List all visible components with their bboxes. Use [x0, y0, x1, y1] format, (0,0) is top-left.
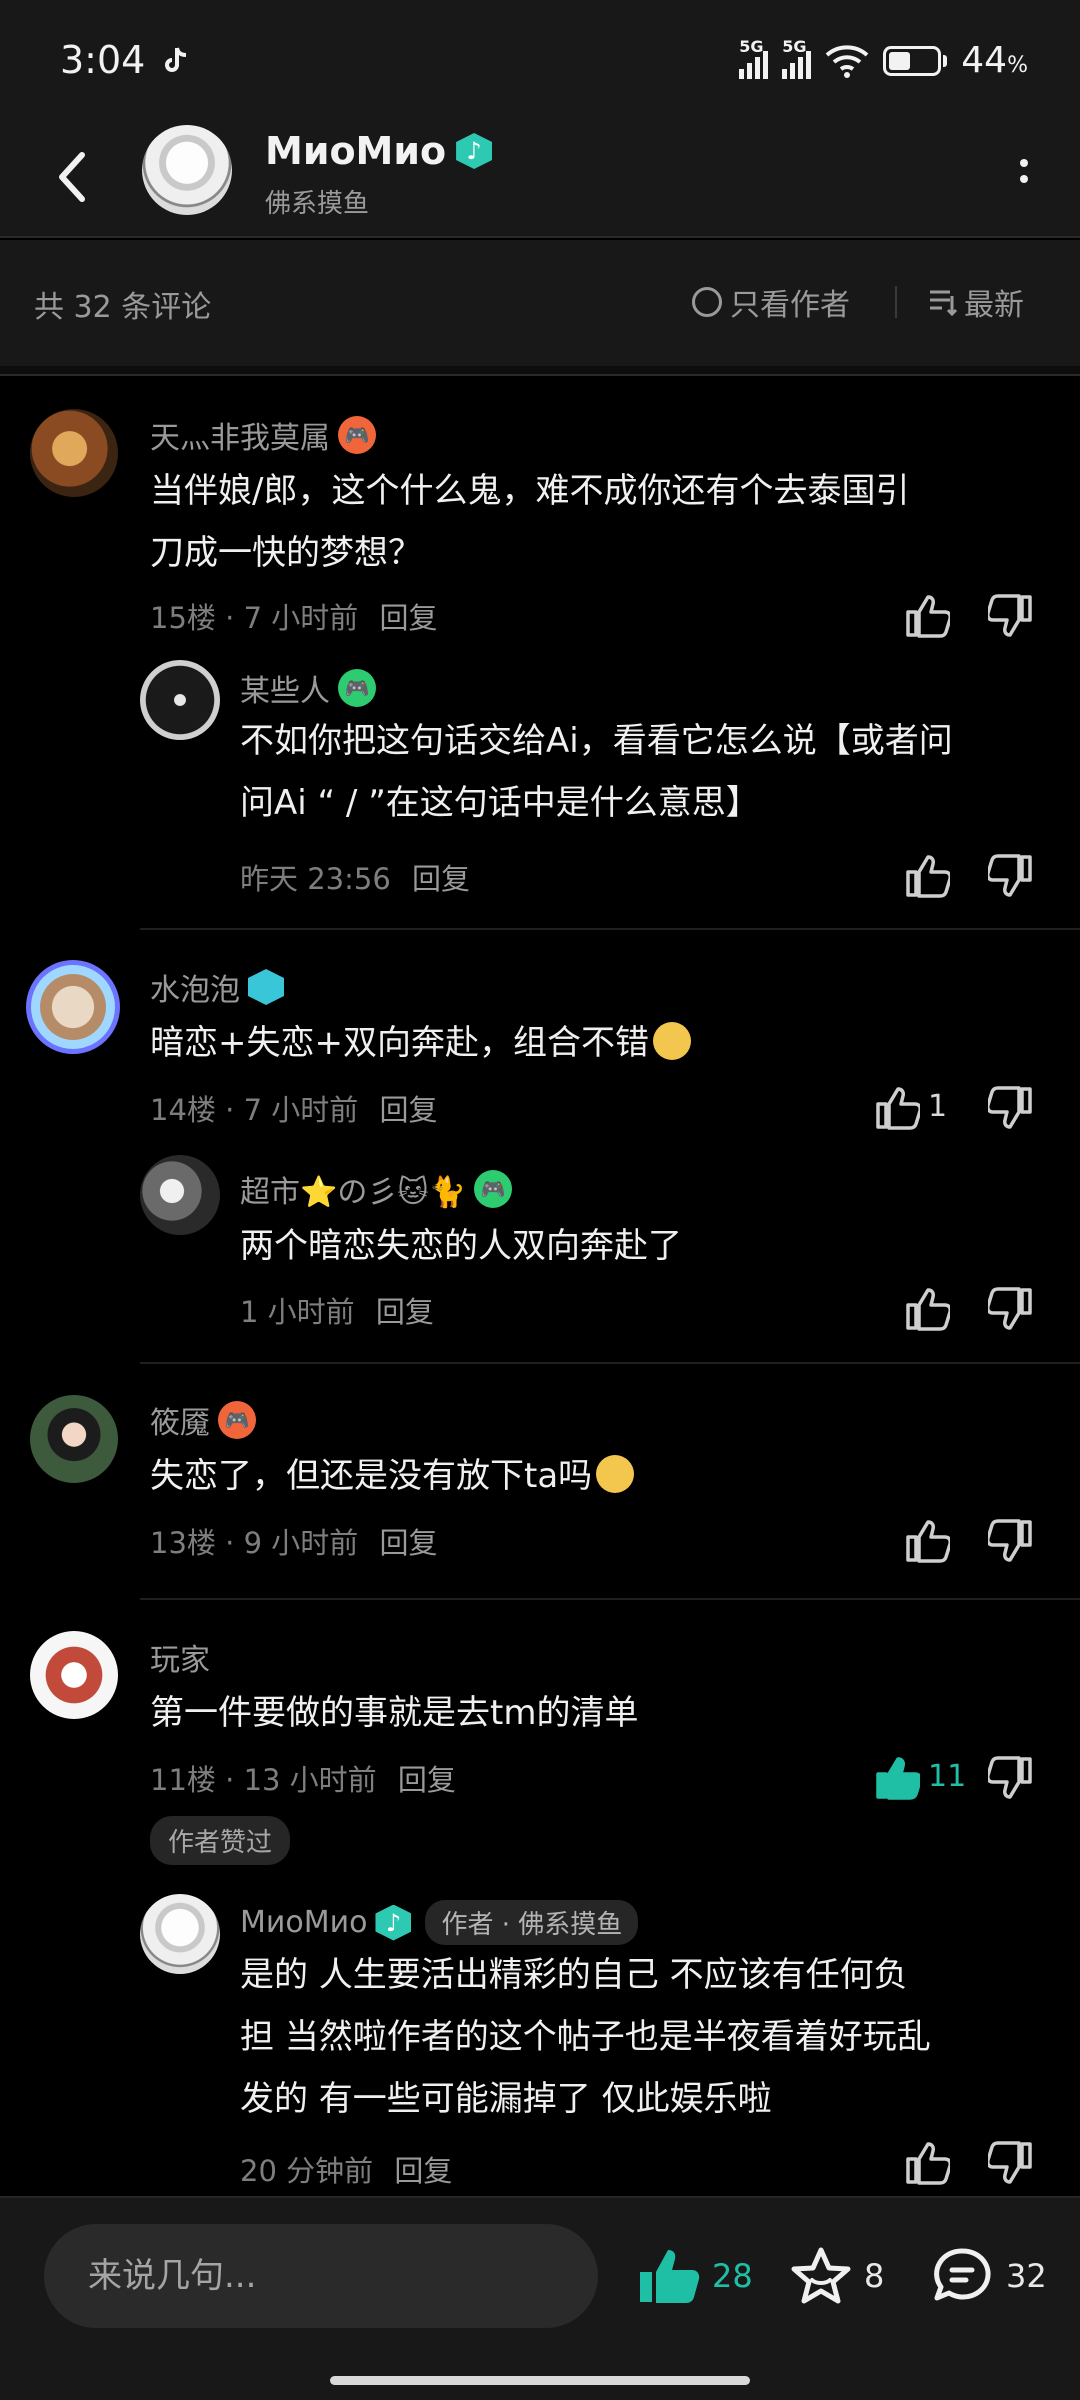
- smirk-emoji-icon: [596, 1455, 635, 1493]
- comment-meta: 13楼 · 9 小时前 回复: [150, 1526, 438, 1560]
- status-time: 3:04: [60, 38, 146, 82]
- comment-meta: 1 小时前 回复: [240, 1295, 434, 1329]
- comment-text: 是的 人生要活出精彩的自己 不应该有任何负 担 当然啦作者的这个帖子也是半夜看着…: [240, 1955, 931, 2119]
- gamepad-badge-icon: 🎮: [218, 1401, 256, 1439]
- author-only-toggle[interactable]: 只看作者: [692, 280, 850, 324]
- battery-icon: [883, 45, 948, 76]
- avatar[interactable]: [140, 660, 220, 740]
- thumb-down-icon[interactable]: [986, 2140, 1034, 2186]
- wifi-icon: [825, 44, 869, 78]
- comment-text: 第一件要做的事就是去tm的清单: [150, 1693, 639, 1733]
- comment-meta: 20 分钟前 回复: [240, 2154, 453, 2188]
- thumb-up-icon[interactable]: [904, 1286, 952, 1332]
- gamepad-badge-icon: 🎮: [338, 416, 376, 454]
- comment-text: 两个暗恋失恋的人双向奔赴了: [240, 1226, 682, 1266]
- gamepad-badge-icon: 🎮: [338, 669, 376, 707]
- comment-meta: 15楼 · 7 小时前 回复: [150, 601, 438, 635]
- battery-percent: 44%: [961, 40, 1028, 81]
- comment-username[interactable]: 天灬非我莫属 🎮: [150, 413, 376, 457]
- thumb-down-icon[interactable]: [986, 1085, 1034, 1131]
- comment-icon: [934, 2248, 991, 2301]
- comment-text: 不如你把这句话交给Ai，看看它怎么说【或者问 问Ai “ / ”在这句话中是什么…: [240, 721, 953, 823]
- divider: [140, 1598, 1080, 1600]
- level-badge-icon: [248, 969, 284, 1005]
- post-header: MиoMиo ♪ 佛系摸鱼: [0, 125, 1080, 238]
- signal-icon: 5G: [739, 37, 769, 79]
- reply-button[interactable]: 回复: [379, 1093, 437, 1127]
- comment-count: 共 32 条评论: [34, 290, 212, 325]
- reply-button[interactable]: 回复: [379, 601, 437, 635]
- comment-username[interactable]: 筱魇 🎮: [150, 1398, 256, 1442]
- like-count: 1: [928, 1089, 948, 1124]
- thumb-up-icon[interactable]: [904, 593, 952, 639]
- bottom-action-bar: 来说几句... 28 8 32: [0, 2196, 1080, 2400]
- cat-emoji-icon: [652, 1022, 691, 1060]
- like-count: 11: [928, 1759, 967, 1794]
- radio-icon: [692, 287, 722, 317]
- reply-button[interactable]: 回复: [412, 862, 470, 896]
- author-avatar[interactable]: [142, 125, 232, 215]
- comment-username[interactable]: 某些人 🎮: [240, 666, 376, 710]
- home-indicator: [330, 2376, 750, 2385]
- avatar[interactable]: [30, 409, 118, 497]
- comment-username[interactable]: MиoMиo ♪ 作者 · 佛系摸鱼: [240, 1900, 639, 1945]
- more-icon[interactable]: [1014, 155, 1034, 195]
- thumb-up-icon[interactable]: [874, 1755, 922, 1801]
- thumb-down-icon[interactable]: [986, 1755, 1034, 1801]
- music-badge-icon: ♪: [456, 133, 493, 169]
- thumb-down-icon[interactable]: [986, 1286, 1034, 1332]
- thumb-up-icon[interactable]: [904, 853, 952, 899]
- back-icon[interactable]: [52, 147, 92, 207]
- comment-username[interactable]: 玩家: [150, 1635, 210, 1679]
- favorite-button[interactable]: 8: [790, 2246, 884, 2306]
- comment-meta: 昨天 23:56 回复: [240, 862, 471, 896]
- author-subtitle: 佛系摸鱼: [265, 189, 370, 219]
- thumb-up-icon[interactable]: [874, 1085, 922, 1131]
- tiktok-icon: [165, 47, 187, 72]
- thumb-up-icon[interactable]: [904, 1518, 952, 1564]
- sort-icon: [930, 290, 958, 316]
- star-icon: [791, 2247, 851, 2304]
- reply-button[interactable]: 回复: [376, 1295, 434, 1329]
- thumb-up-icon[interactable]: [904, 2140, 952, 2186]
- comment-username[interactable]: 超市⭐の彡🐱🐈 🎮: [240, 1167, 512, 1211]
- comment-meta: 14楼 · 7 小时前 回复: [150, 1093, 438, 1127]
- thumb-down-icon[interactable]: [986, 1518, 1034, 1564]
- comment-text: 暗恋+失恋+双向奔赴，组合不错: [150, 1012, 1030, 1074]
- signal-icon: 5G: [782, 37, 812, 79]
- comment-username[interactable]: 水泡泡: [150, 965, 284, 1009]
- author-liked-tag: 作者赞过: [150, 1816, 291, 1865]
- divider: [895, 286, 897, 318]
- thumb-down-icon[interactable]: [986, 593, 1034, 639]
- avatar[interactable]: [140, 1155, 220, 1235]
- reply-button[interactable]: 回复: [398, 1763, 456, 1797]
- author-tag: 作者 · 佛系摸鱼: [425, 1900, 639, 1945]
- thumb-up-icon: [640, 2250, 700, 2303]
- avatar[interactable]: [140, 1894, 220, 1974]
- author-name[interactable]: MиoMиo ♪: [265, 129, 493, 173]
- comment-text: 失恋了，但还是没有放下ta吗: [150, 1445, 1030, 1507]
- divider: [140, 1362, 1080, 1364]
- comment-input[interactable]: 来说几句...: [44, 2224, 598, 2328]
- avatar[interactable]: [30, 1631, 118, 1719]
- gamepad-badge-icon: 🎮: [473, 1170, 512, 1208]
- reply-button[interactable]: 回复: [379, 1526, 437, 1560]
- comment-filter-bar: 共 32 条评论 只看作者 最新: [0, 240, 1080, 366]
- sort-latest-button[interactable]: 最新: [928, 280, 1024, 324]
- status-indicators: 5G 5G 44%: [739, 37, 1028, 81]
- comment-text: 当伴娘/郎，这个什么鬼，难不成你还有个去泰国引 刀成一快的梦想？: [150, 471, 910, 573]
- divider: [140, 928, 1080, 930]
- reply-button[interactable]: 回复: [394, 2154, 452, 2188]
- comment-count-button[interactable]: 32: [932, 2246, 1047, 2306]
- avatar[interactable]: [30, 1395, 118, 1483]
- comment-meta: 11楼 · 13 小时前 回复: [150, 1763, 456, 1797]
- music-badge-icon: ♪: [375, 1904, 412, 1941]
- avatar[interactable]: [26, 960, 120, 1054]
- status-bar: 3:04 5G 5G 44%: [0, 0, 1080, 125]
- thumb-down-icon[interactable]: [986, 853, 1034, 899]
- post-like-button[interactable]: 28: [636, 2246, 753, 2306]
